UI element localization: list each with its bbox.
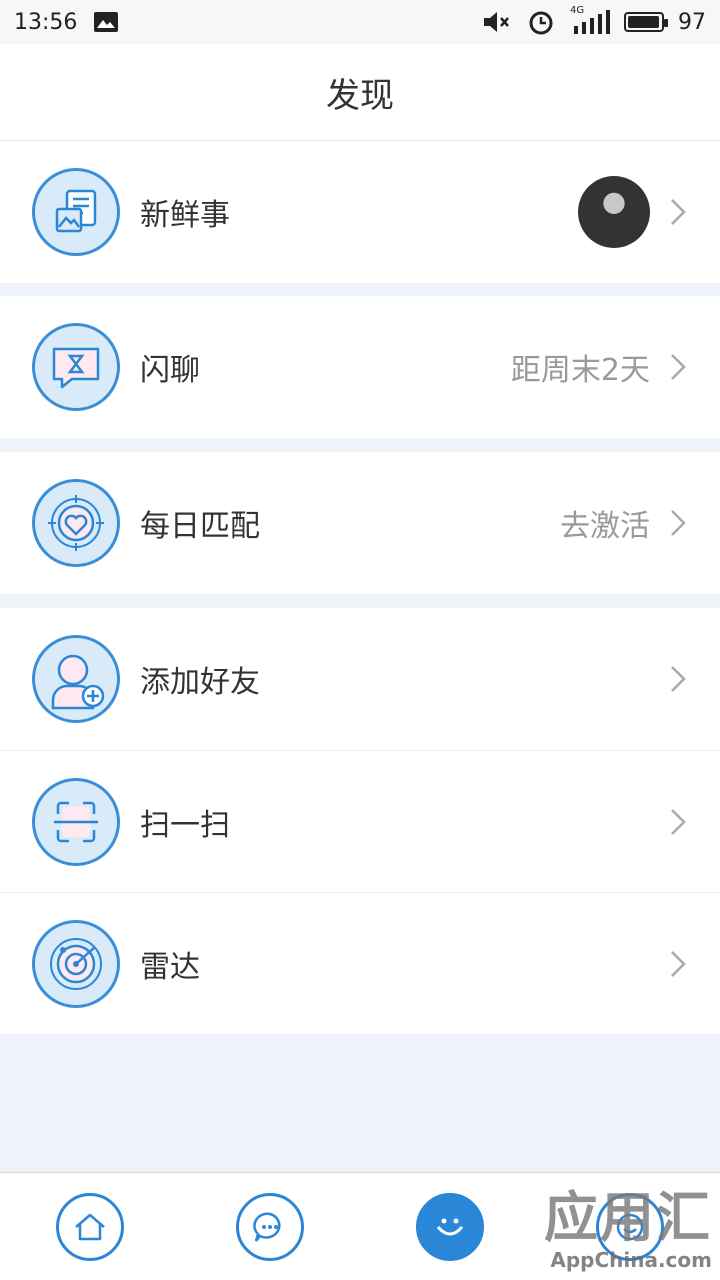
battery-icon xyxy=(624,12,668,32)
radar-icon xyxy=(32,919,120,1008)
status-right-group: 4G 97 xyxy=(482,5,706,35)
row-label: 雷达 xyxy=(140,949,200,985)
chevron-right-icon xyxy=(671,354,686,380)
row-flash-chat[interactable]: 闪聊 距周末2天 xyxy=(0,296,720,438)
row-right xyxy=(578,176,688,248)
chevron-right-icon xyxy=(671,950,686,977)
add-friend-icon xyxy=(32,635,120,723)
row-status: 去激活 xyxy=(560,509,650,544)
network-type: 4G xyxy=(570,5,585,16)
tab-home[interactable] xyxy=(56,1192,124,1261)
battery-percent: 97 xyxy=(678,9,706,35)
chevron-right-icon xyxy=(671,808,686,835)
gallery-icon xyxy=(91,9,121,35)
row-label: 扫一扫 xyxy=(140,807,230,843)
home-icon xyxy=(75,1213,105,1240)
tab-discover[interactable] xyxy=(416,1192,484,1261)
alarm-icon xyxy=(526,9,556,35)
row-label: 闪聊 xyxy=(140,353,200,388)
news-feed-icon xyxy=(32,168,120,256)
row-right xyxy=(668,949,688,979)
chevron-right-icon xyxy=(671,666,686,692)
avatar xyxy=(578,176,650,248)
row-status: 距周末2天 xyxy=(510,353,650,388)
status-bar: 13:56 4G 97 xyxy=(0,0,720,44)
row-right xyxy=(668,664,688,694)
row-right xyxy=(668,807,688,837)
scan-icon xyxy=(32,777,120,866)
profile-icon xyxy=(616,1213,644,1240)
row-label: 添加好友 xyxy=(140,665,260,700)
tab-messages[interactable] xyxy=(236,1192,304,1261)
daily-match-icon xyxy=(32,479,120,567)
group-tools: 添加好友 扫一扫 雷达 xyxy=(0,608,720,1034)
row-radar[interactable]: 雷达 xyxy=(0,892,720,1034)
battery-fill xyxy=(628,16,660,28)
group-flash-chat: 闪聊 距周末2天 xyxy=(0,296,720,438)
status-time: 13:56 xyxy=(14,9,78,35)
group-news: 新鲜事 xyxy=(0,141,720,283)
row-right: 去激活 xyxy=(560,501,688,545)
bottom-tab-bar xyxy=(0,1172,720,1280)
tab-profile[interactable] xyxy=(596,1192,664,1261)
signal-icon: 4G xyxy=(570,5,610,35)
row-label: 新鲜事 xyxy=(140,198,230,233)
discover-icon xyxy=(436,1218,464,1235)
chevron-right-icon xyxy=(671,199,686,225)
group-daily-match: 每日匹配 去激活 xyxy=(0,452,720,594)
row-right: 距周末2天 xyxy=(511,345,688,389)
mute-icon xyxy=(482,9,512,35)
page-title: 发现 xyxy=(326,75,394,116)
row-news-feed[interactable]: 新鲜事 xyxy=(0,141,720,283)
chevron-right-icon xyxy=(671,510,686,536)
row-label: 每日匹配 xyxy=(140,509,260,544)
messages-icon xyxy=(253,1212,281,1242)
flash-chat-icon xyxy=(32,323,120,411)
row-scan[interactable]: 扫一扫 xyxy=(0,750,720,892)
row-daily-match[interactable]: 每日匹配 去激活 xyxy=(0,452,720,594)
app-header: 发现 xyxy=(0,44,720,141)
row-add-friend[interactable]: 添加好友 xyxy=(0,608,720,750)
